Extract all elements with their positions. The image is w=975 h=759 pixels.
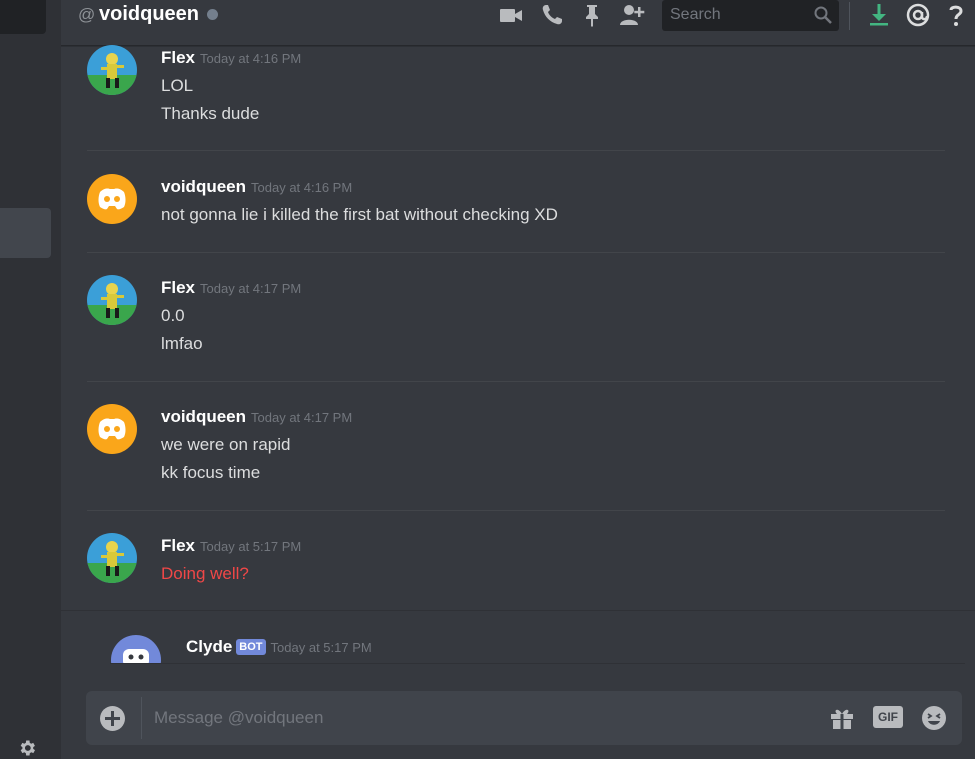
search-icon xyxy=(814,6,832,24)
download-icon[interactable] xyxy=(866,2,892,28)
message-text: not gonna lie i killed the first bat wit… xyxy=(161,205,558,224)
voidqueen-avatar[interactable] xyxy=(87,404,137,454)
search-input[interactable]: Search xyxy=(662,0,839,31)
message-timestamp: Today at 4:16 PM xyxy=(251,180,353,195)
discord-logo-icon xyxy=(98,188,126,210)
sidebar-selected-dm[interactable] xyxy=(0,208,51,258)
messages-bottom-divider xyxy=(110,663,965,664)
message-text: Thanks dude xyxy=(161,104,260,123)
clyde-message-clip: Clyde BOT Today at 5:17 PM xyxy=(61,611,975,663)
pin-icon[interactable] xyxy=(579,2,605,28)
failed-message-text: Doing well? xyxy=(161,564,249,583)
bot-badge: BOT xyxy=(236,639,266,655)
message-author[interactable]: voidqueen Today at 4:16 PM xyxy=(161,177,352,197)
mention-icon[interactable] xyxy=(905,2,931,28)
voice-call-icon[interactable] xyxy=(539,2,565,28)
search-placeholder: Search xyxy=(670,6,721,23)
emoji-icon[interactable] xyxy=(920,705,948,731)
sidebar-search-box[interactable] xyxy=(0,0,46,34)
message-author[interactable]: voidqueen Today at 4:17 PM xyxy=(161,407,352,427)
clyde-bot-icon xyxy=(123,649,149,663)
at-symbol: @ xyxy=(78,5,96,24)
message-input[interactable]: Message @voidqueen xyxy=(154,708,323,728)
message-composer: Message @voidqueen GIF xyxy=(86,691,962,745)
message-timestamp: Today at 5:17 PM xyxy=(200,539,302,554)
clyde-avatar[interactable] xyxy=(111,635,161,663)
flex-avatar[interactable] xyxy=(87,45,137,95)
message-timestamp: Today at 4:17 PM xyxy=(251,410,353,425)
channel-sidebar xyxy=(0,0,61,759)
discord-logo-icon xyxy=(98,418,126,440)
upload-plus-icon[interactable] xyxy=(100,706,125,731)
message-divider xyxy=(87,150,945,151)
message-timestamp: Today at 4:16 PM xyxy=(200,51,302,66)
flex-avatar-image xyxy=(87,275,137,325)
message-text: we were on rapid xyxy=(161,435,291,454)
flex-avatar[interactable] xyxy=(87,533,137,583)
flex-avatar-image xyxy=(87,45,137,95)
video-call-icon[interactable] xyxy=(498,2,524,28)
message-author[interactable]: Flex Today at 5:17 PM xyxy=(161,536,301,556)
settings-gear-icon[interactable] xyxy=(17,738,37,758)
message-divider xyxy=(87,510,945,511)
offline-status-dot xyxy=(207,9,218,20)
message-author[interactable]: Flex Today at 4:17 PM xyxy=(161,278,301,298)
message-author[interactable]: Clyde BOT Today at 5:17 PM xyxy=(186,637,372,657)
dm-title: voidqueen xyxy=(99,3,200,25)
message-text: kk focus time xyxy=(161,463,261,482)
add-friend-icon[interactable] xyxy=(619,2,645,28)
flex-avatar-image xyxy=(87,533,137,583)
composer-divider xyxy=(141,697,142,739)
message-divider xyxy=(87,252,945,253)
message-timestamp: Today at 4:17 PM xyxy=(200,281,302,296)
channel-header: @ voidqueen Search xyxy=(61,0,975,46)
header-divider xyxy=(849,2,850,30)
flex-avatar[interactable] xyxy=(87,275,137,325)
message-text: lmfao xyxy=(161,334,203,353)
message-text: LOL xyxy=(161,76,194,95)
gif-button[interactable]: GIF xyxy=(873,706,903,728)
message-timestamp: Today at 5:17 PM xyxy=(270,640,372,655)
gift-icon[interactable] xyxy=(828,705,856,731)
message-author[interactable]: Flex Today at 4:16 PM xyxy=(161,48,301,68)
voidqueen-avatar[interactable] xyxy=(87,174,137,224)
help-icon[interactable] xyxy=(943,2,969,28)
message-text: 0.0 xyxy=(161,306,185,325)
message-divider xyxy=(87,381,945,382)
